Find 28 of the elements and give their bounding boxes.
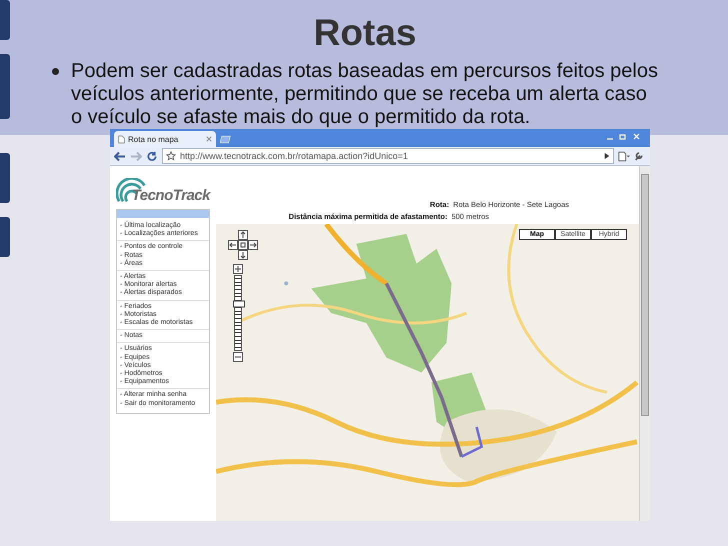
page-menu-icon[interactable]: [618, 150, 630, 162]
bullet-text: Podem ser cadastradas rotas baseadas em percursos feitos pelos veículos anteriormente, permitindo que se receba um alerta caso o veículo se afaste mais do que o permitido da rota.: [71, 60, 659, 129]
zoom-in-icon[interactable]: [233, 264, 243, 274]
zoom-out-icon[interactable]: [233, 352, 243, 362]
close-icon[interactable]: [206, 136, 212, 142]
logo-text: TecnoTrack: [132, 187, 210, 204]
new-tab-icon[interactable]: [220, 135, 232, 144]
address-bar[interactable]: http://www.tecnotrack.com.br/rotamapa.action?idUnico=1: [162, 148, 614, 164]
play-icon[interactable]: [604, 152, 610, 160]
pan-button-icon[interactable]: [238, 230, 248, 240]
reload-icon[interactable]: [146, 150, 158, 162]
edge-bar: [0, 153, 10, 203]
edge-bar: [0, 54, 10, 119]
scrollbar[interactable]: [639, 166, 650, 521]
browser-tab[interactable]: Rota no mapa: [114, 131, 216, 147]
pan-button-icon[interactable]: [248, 240, 258, 250]
page-icon: [118, 134, 125, 144]
zoom-thumb[interactable]: [233, 300, 245, 308]
slide-title: Rotas: [314, 12, 416, 54]
pan-button-icon[interactable]: [228, 240, 238, 250]
zoom-slider[interactable]: [234, 275, 242, 351]
star-icon[interactable]: [166, 151, 176, 161]
back-icon[interactable]: [114, 150, 126, 162]
pan-button-icon[interactable]: [238, 240, 248, 250]
edge-bar: [0, 217, 10, 257]
bullet-dot: [52, 68, 59, 75]
edge-bar: [0, 0, 10, 40]
pan-button-icon[interactable]: [238, 250, 248, 260]
